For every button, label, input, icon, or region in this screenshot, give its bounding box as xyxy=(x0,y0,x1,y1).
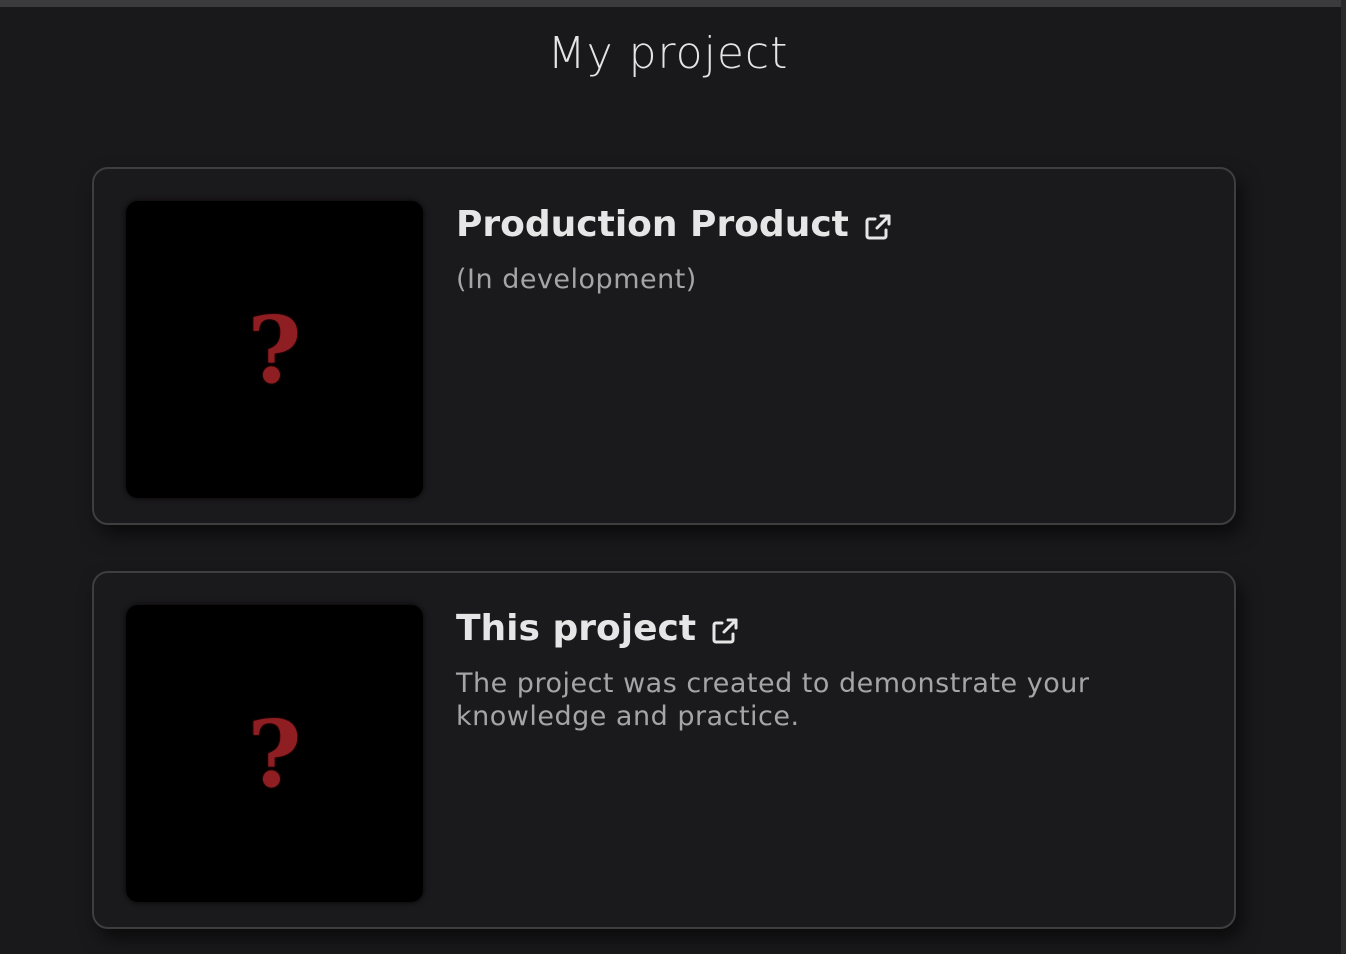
project-info: Production Product (In development) xyxy=(456,199,1216,296)
project-title-row: This project xyxy=(456,603,1216,653)
project-title-row: Production Product xyxy=(456,199,1216,249)
page-title: My project xyxy=(547,28,789,79)
project-card: ? Production Product (In development) xyxy=(92,167,1236,525)
missing-image-icon: ? xyxy=(247,295,302,404)
project-thumbnail: ? xyxy=(126,605,423,902)
external-link-icon[interactable] xyxy=(710,616,740,646)
project-info: This project The project was created to … xyxy=(456,603,1216,733)
project-title: Production Product xyxy=(456,203,849,245)
scrollbar-track[interactable] xyxy=(1341,0,1346,954)
project-card: ? This project The project was created t… xyxy=(92,571,1236,929)
project-thumbnail: ? xyxy=(126,201,423,498)
project-title: This project xyxy=(456,607,697,649)
window-top-bar xyxy=(0,0,1346,7)
project-description: (In development) xyxy=(456,264,697,295)
external-link-icon[interactable] xyxy=(863,212,893,242)
missing-image-icon: ? xyxy=(247,699,302,808)
project-description: The project was created to demonstrate y… xyxy=(456,668,1090,732)
